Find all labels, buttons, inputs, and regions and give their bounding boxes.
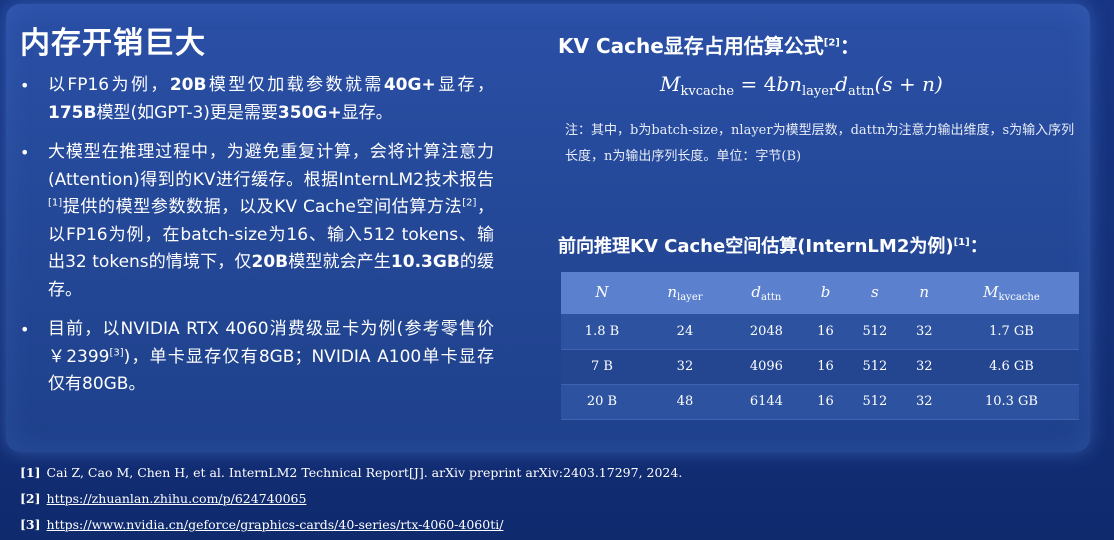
citation-3: [3] (109, 346, 124, 358)
bullet-item-2: 大模型在推理过程中，为避免重复计算，会将计算注意力(Attention)得到的K… (14, 139, 494, 304)
col-header: s (845, 272, 905, 314)
slide-title: 内存开销巨大 (20, 26, 206, 61)
col-header: b (805, 272, 846, 314)
col-header: nlayer (642, 272, 727, 314)
formula-heading: KV Cache显存占用估算公式[2]： (558, 34, 860, 58)
references: [1] Cai Z, Cao M, Chen H, et al. InternLM… (20, 460, 682, 538)
reference-link[interactable]: https://zhuanlan.zhihu.com/p/624740065 (47, 491, 307, 506)
table-row: 7 B 32 4096 16 512 32 4.6 GB (561, 349, 1079, 385)
table-header-row: N nlayer dattn b s n Mkvcache (561, 272, 1079, 314)
table-row: 1.8 B 24 2048 16 512 32 1.7 GB (561, 314, 1079, 350)
kv-cache-table: N nlayer dattn b s n Mkvcache 1.8 B 24 204… (561, 272, 1079, 420)
table-heading: 前向推理KV Cache空间估算(InternLM2为例)[1]： (558, 236, 988, 257)
reference-2: [2] https://zhuanlan.zhihu.com/p/62474006… (20, 491, 307, 506)
col-header: Mkvcache (943, 272, 1079, 314)
reference-link[interactable]: https://www.nvidia.cn/geforce/graphics-c… (47, 517, 504, 532)
formula-note: 注：其中，b为batch-size，nlayer为模型层数，dattn为注意力输… (565, 123, 1075, 164)
reference-1: [1] Cai Z, Cao M, Chen H, et al. InternLM… (20, 465, 683, 480)
col-header: n (904, 272, 944, 314)
kv-cache-formula: Mkvcache = 4bnlayerdattn(s + n) (660, 72, 943, 99)
citation-1: [1] (48, 197, 63, 209)
reference-3: [3] https://www.nvidia.cn/geforce/graphic… (20, 517, 504, 532)
col-header: N (561, 272, 643, 314)
bullet-list: 以FP16为例，20B模型仅加载参数就需40G+显存，175B模型(如GPT-3… (14, 72, 494, 411)
bullet-item-3: 目前，以NVIDIA RTX 4060消费级显卡为例(参考零售价￥2399[3]… (14, 316, 494, 399)
table-row: 20 B 48 6144 16 512 32 10.3 GB (561, 384, 1079, 420)
citation-2: [2] (462, 197, 477, 209)
bullet-item-1: 以FP16为例，20B模型仅加载参数就需40G+显存，175B模型(如GPT-3… (14, 72, 494, 127)
col-header: dattn (726, 272, 806, 314)
